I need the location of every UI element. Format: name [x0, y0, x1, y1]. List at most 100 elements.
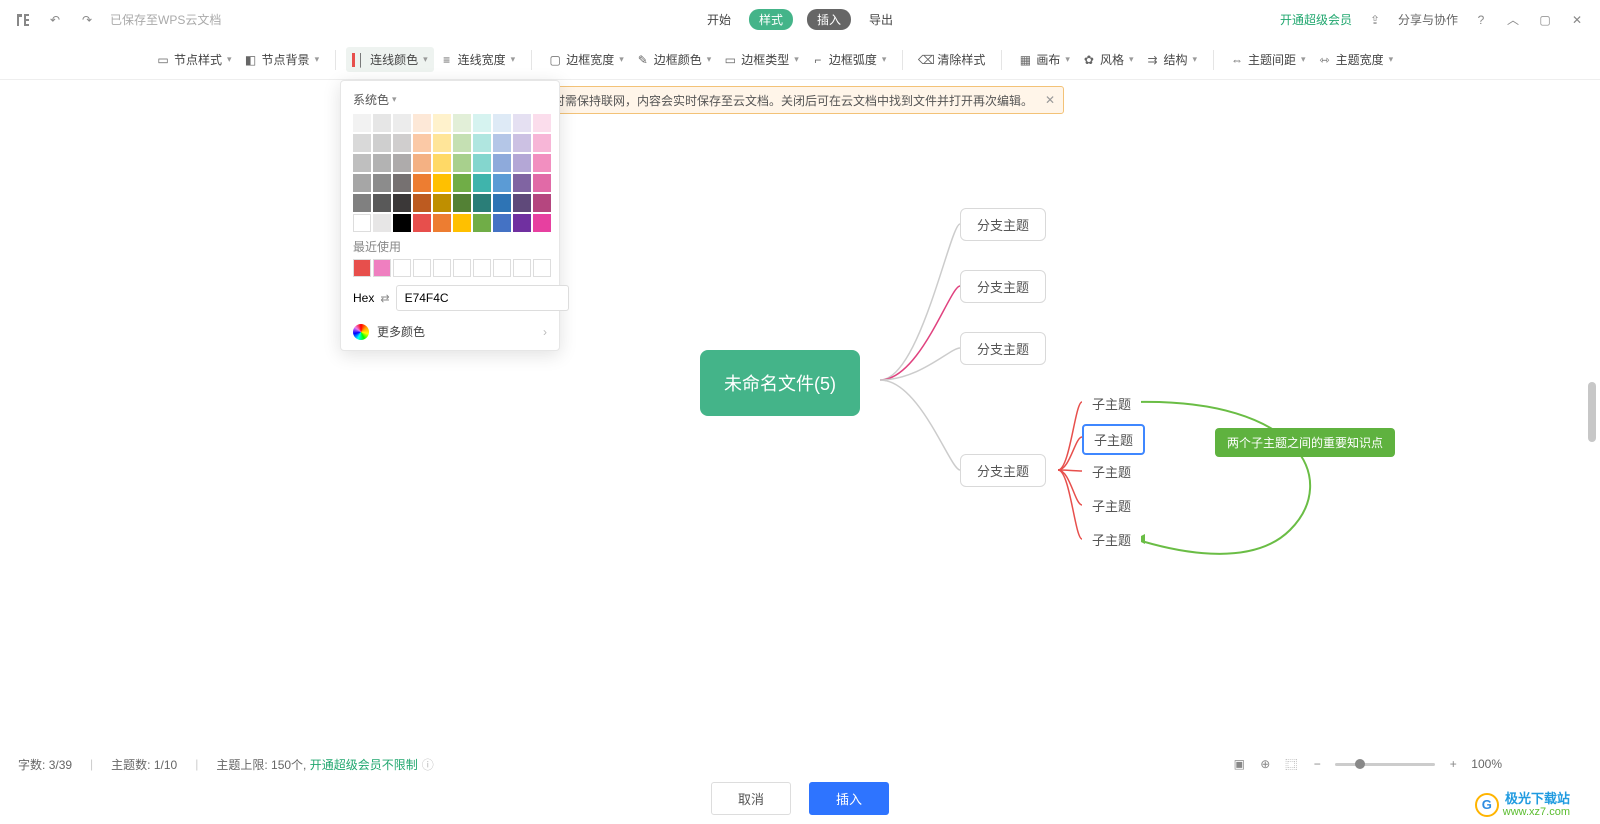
color-swatch[interactable]	[433, 174, 451, 192]
color-swatch[interactable]	[513, 174, 531, 192]
cancel-button[interactable]: 取消	[711, 782, 791, 815]
color-swatch[interactable]	[353, 134, 371, 152]
color-swatch[interactable]	[513, 114, 531, 132]
zoom-out-icon[interactable]: −	[1309, 757, 1325, 771]
help-icon[interactable]: ?	[1472, 11, 1490, 29]
color-swatch[interactable]	[413, 134, 431, 152]
color-swatch[interactable]	[393, 194, 411, 212]
sub-node[interactable]: 子主题	[1082, 492, 1141, 519]
color-swatch[interactable]	[533, 114, 551, 132]
collapse-icon[interactable]: ︿	[1504, 11, 1522, 29]
color-swatch[interactable]	[433, 114, 451, 132]
color-swatch[interactable]	[493, 114, 511, 132]
color-swatch[interactable]	[413, 174, 431, 192]
color-swatch[interactable]	[433, 194, 451, 212]
color-swatch[interactable]	[393, 154, 411, 172]
redo-icon[interactable]: ↷	[78, 11, 96, 29]
close-window-icon[interactable]: ✕	[1568, 11, 1586, 29]
color-swatch[interactable]	[393, 174, 411, 192]
hex-input[interactable]	[396, 285, 569, 311]
maximize-icon[interactable]: ▢	[1536, 11, 1554, 29]
topic-width-dropdown[interactable]: ⇿主题宽度▾	[1312, 47, 1400, 72]
color-swatch[interactable]	[373, 154, 391, 172]
tab-insert[interactable]: 插入	[807, 9, 851, 30]
structure-dropdown[interactable]: ⇉结构▾	[1139, 47, 1203, 72]
share-link[interactable]: 分享与协作	[1398, 11, 1458, 28]
sub-node[interactable]: 子主题	[1082, 526, 1141, 553]
color-swatch[interactable]	[373, 174, 391, 192]
scrollbar-thumb[interactable]	[1588, 382, 1596, 442]
color-swatch[interactable]	[513, 154, 531, 172]
color-swatch[interactable]	[373, 114, 391, 132]
color-swatch[interactable]	[533, 194, 551, 212]
color-swatch[interactable]	[493, 134, 511, 152]
color-swatch[interactable]	[493, 174, 511, 192]
color-swatch[interactable]	[373, 134, 391, 152]
recent-color-swatch[interactable]	[473, 259, 491, 277]
undo-icon[interactable]: ↶	[46, 11, 64, 29]
color-swatch[interactable]	[493, 154, 511, 172]
app-icon[interactable]	[14, 11, 32, 29]
color-swatch[interactable]	[473, 214, 491, 232]
zoom-slider[interactable]	[1335, 763, 1435, 766]
clear-style-button[interactable]: ⌫清除样式	[913, 47, 991, 72]
more-colors-button[interactable]: 更多颜色 ›	[353, 323, 547, 340]
color-swatch[interactable]	[353, 174, 371, 192]
hex-swap-icon[interactable]: ⇄	[380, 292, 389, 305]
vip-link[interactable]: 开通超级会员	[1280, 11, 1352, 28]
root-node[interactable]: 未命名文件(5)	[700, 350, 860, 416]
branch-node[interactable]: 分支主题	[960, 270, 1046, 303]
color-swatch[interactable]	[473, 194, 491, 212]
recent-color-swatch[interactable]	[493, 259, 511, 277]
recent-color-swatch[interactable]	[433, 259, 451, 277]
system-colors-label[interactable]: 系统色▾	[353, 91, 547, 108]
color-swatch[interactable]	[373, 194, 391, 212]
color-swatch[interactable]	[373, 214, 391, 232]
vip-unlimit-link[interactable]: 开通超级会员不限制	[310, 758, 418, 772]
topic-spacing-dropdown[interactable]: ⇔主题间距▾	[1224, 47, 1312, 72]
center-icon[interactable]: ⊕	[1257, 757, 1273, 771]
callout-node[interactable]: 两个子主题之间的重要知识点	[1215, 428, 1395, 457]
vertical-scrollbar[interactable]	[1588, 80, 1598, 750]
sub-node[interactable]: 子主题	[1082, 458, 1141, 485]
color-swatch[interactable]	[513, 134, 531, 152]
zoom-in-icon[interactable]: +	[1445, 757, 1461, 771]
color-swatch[interactable]	[533, 134, 551, 152]
color-swatch[interactable]	[473, 154, 491, 172]
recent-color-swatch[interactable]	[533, 259, 551, 277]
branch-node[interactable]: 分支主题	[960, 208, 1046, 241]
color-swatch[interactable]	[353, 194, 371, 212]
line-width-dropdown[interactable]: ≡连线宽度▾	[434, 47, 522, 72]
node-bg-dropdown[interactable]: ◧节点背景▾	[238, 47, 326, 72]
share-icon[interactable]: ⇪	[1366, 11, 1384, 29]
color-swatch[interactable]	[353, 214, 371, 232]
branch-node[interactable]: 分支主题	[960, 332, 1046, 365]
branch-node[interactable]: 分支主题	[960, 454, 1046, 487]
recent-color-swatch[interactable]	[453, 259, 471, 277]
map-icon[interactable]: ⿴	[1283, 756, 1299, 773]
color-swatch[interactable]	[413, 214, 431, 232]
color-swatch[interactable]	[353, 154, 371, 172]
color-swatch[interactable]	[453, 114, 471, 132]
color-swatch[interactable]	[433, 154, 451, 172]
border-type-dropdown[interactable]: ▭边框类型▾	[717, 47, 805, 72]
recent-color-swatch[interactable]	[393, 259, 411, 277]
recent-color-swatch[interactable]	[353, 259, 371, 277]
color-swatch[interactable]	[533, 174, 551, 192]
tab-start[interactable]: 开始	[703, 9, 735, 30]
color-swatch[interactable]	[433, 214, 451, 232]
zoom-slider-knob[interactable]	[1355, 759, 1365, 769]
insert-button[interactable]: 插入	[809, 782, 889, 815]
sub-node-selected[interactable]: 子主题	[1082, 424, 1145, 455]
info-icon[interactable]: ⓘ	[422, 758, 434, 772]
color-swatch[interactable]	[353, 114, 371, 132]
color-swatch[interactable]	[393, 214, 411, 232]
recent-color-swatch[interactable]	[373, 259, 391, 277]
recent-color-swatch[interactable]	[413, 259, 431, 277]
color-swatch[interactable]	[393, 134, 411, 152]
color-swatch[interactable]	[453, 174, 471, 192]
recent-color-swatch[interactable]	[513, 259, 531, 277]
color-swatch[interactable]	[433, 134, 451, 152]
color-swatch[interactable]	[493, 214, 511, 232]
border-width-dropdown[interactable]: ▢边框宽度▾	[542, 47, 630, 72]
